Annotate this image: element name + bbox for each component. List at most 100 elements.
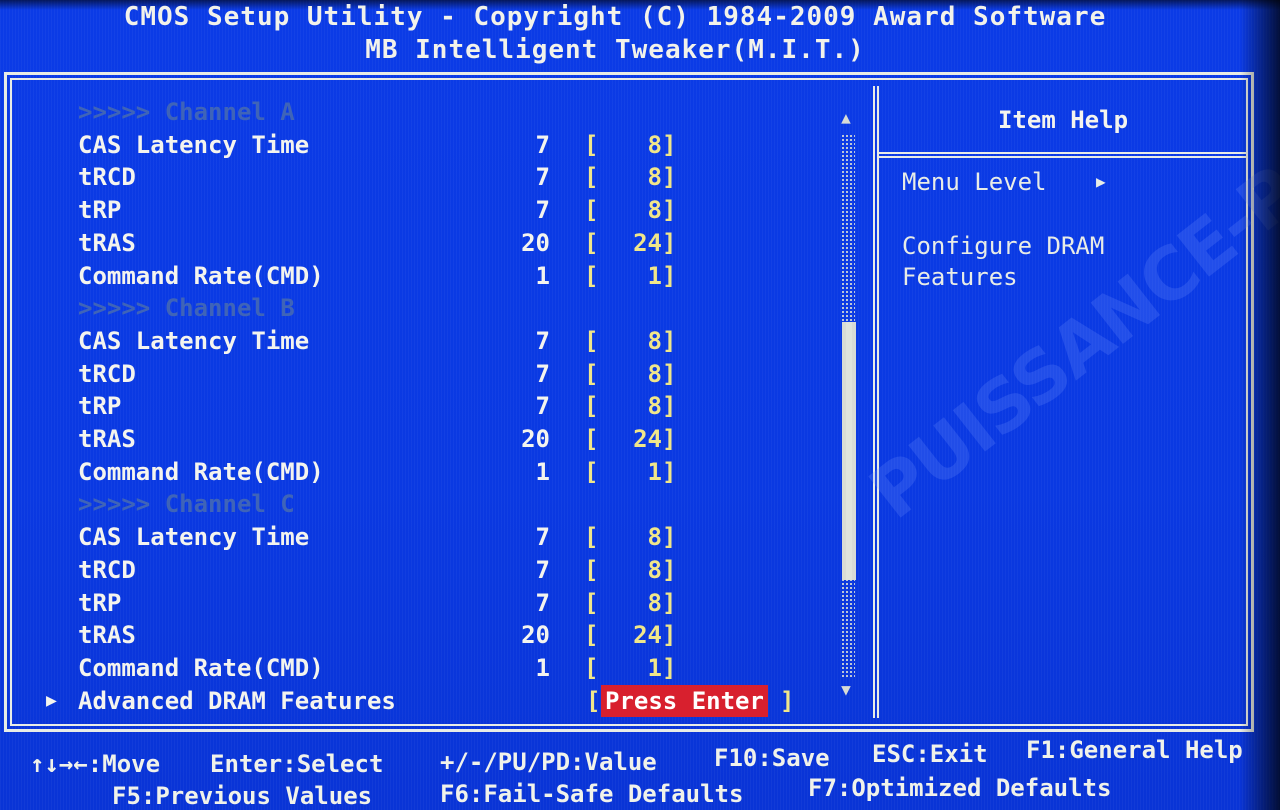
key-save: F10:Save: [714, 744, 830, 772]
setting-row[interactable]: tRAS 20 [24]: [0, 619, 860, 651]
scroll-down-arrow-icon[interactable]: ▼: [838, 682, 854, 698]
key-previous-values: F5:Previous Values: [112, 782, 373, 810]
setting-row[interactable]: tRP 7 [8]: [0, 390, 860, 422]
setting-value[interactable]: 8: [600, 194, 662, 226]
channel-header-label: >>>>> Channel B: [78, 294, 295, 323]
setting-value[interactable]: 8: [600, 161, 662, 193]
setting-label: tRP: [78, 196, 122, 225]
current-value: 7: [535, 196, 550, 225]
bracket-close: ]: [662, 653, 677, 682]
bracket-open: [: [584, 457, 599, 486]
current-value: 20: [521, 228, 550, 257]
current-value: 1: [535, 653, 550, 682]
key-move: ↑↓→←:Move: [30, 750, 161, 778]
bracket-close: ]: [662, 130, 677, 159]
setting-row[interactable]: CAS Latency Time 7 [8]: [0, 129, 860, 161]
setting-label: CAS Latency Time: [78, 326, 310, 355]
help-description-line1: Configure DRAM: [902, 232, 1105, 260]
key-legend: ↑↓→←:Move Enter:Select +/-/PU/PD:Value F…: [0, 736, 1280, 810]
channel-header-label: >>>>> Channel C: [78, 490, 295, 519]
bezel-shadow-right: [1240, 0, 1280, 810]
bracket-open: [: [584, 523, 599, 552]
setting-value[interactable]: 1: [600, 456, 662, 488]
bracket-close: ]: [662, 457, 677, 486]
setting-label: tRAS: [78, 228, 136, 257]
channel-header-label: >>>>> Channel A: [78, 98, 295, 126]
setting-value[interactable]: 8: [600, 587, 662, 619]
setting-value[interactable]: 1: [600, 652, 662, 684]
bracket-open: [: [584, 621, 599, 650]
setting-row[interactable]: tRCD 7 [8]: [0, 554, 860, 586]
setting-row[interactable]: CAS Latency Time 7 [8]: [0, 521, 860, 553]
bracket-open: [: [584, 261, 599, 290]
setting-row[interactable]: tRCD 7 [8]: [0, 161, 860, 193]
bracket-open: [: [584, 359, 599, 388]
key-optimized-defaults: F7:Optimized Defaults: [808, 774, 1112, 802]
bracket-close: ]: [662, 523, 677, 552]
setting-row[interactable]: tRP 7 [8]: [0, 587, 860, 619]
current-value: 7: [535, 359, 550, 388]
setting-value[interactable]: 8: [600, 129, 662, 161]
current-value: 7: [535, 523, 550, 552]
bracket-close: ]: [662, 588, 677, 617]
current-value: 7: [535, 326, 550, 355]
current-value: 1: [535, 457, 550, 486]
bracket-close: ]: [662, 326, 677, 355]
current-value: 1: [535, 261, 550, 290]
bracket-close: ]: [780, 686, 795, 715]
setting-row[interactable]: tRAS 20 [24]: [0, 227, 860, 259]
setting-row[interactable]: tRCD 7 [8]: [0, 358, 860, 390]
submenu-row-advanced-dram[interactable]: ▶ Advanced DRAM Features [Press Enter]: [0, 684, 860, 717]
bracket-close: ]: [662, 163, 677, 192]
bracket-close: ]: [662, 359, 677, 388]
item-help-title: Item Help: [997, 106, 1129, 134]
setting-value[interactable]: 24: [600, 423, 662, 455]
setting-value[interactable]: 24: [600, 227, 662, 259]
bracket-open: [: [584, 228, 599, 257]
current-value: 7: [535, 588, 550, 617]
channel-header: >>>>> Channel A: [0, 96, 860, 128]
setting-label: tRCD: [78, 555, 136, 584]
menu-level-arrow-icon: ▶: [1096, 172, 1106, 191]
key-failsafe-defaults: F6:Fail-Safe Defaults: [440, 780, 744, 808]
channel-header: >>>>> Channel B: [0, 292, 860, 324]
setting-row[interactable]: tRAS 20 [24]: [0, 423, 860, 455]
setting-label: tRCD: [78, 163, 136, 192]
setting-value[interactable]: 24: [600, 619, 662, 651]
setting-row[interactable]: Command Rate(CMD) 1[1]: [0, 260, 860, 292]
setting-value[interactable]: 8: [600, 390, 662, 422]
setting-value[interactable]: 8: [600, 521, 662, 553]
setting-value[interactable]: 8: [600, 554, 662, 586]
current-value: 7: [535, 130, 550, 159]
scroll-up-arrow-icon[interactable]: ▲: [838, 110, 854, 126]
current-value: 7: [535, 392, 550, 421]
setting-label: tRCD: [78, 359, 136, 388]
bracket-close: ]: [662, 555, 677, 584]
setting-label: Command Rate(CMD): [78, 261, 324, 290]
utility-title: CMOS Setup Utility - Copyright (C) 1984-…: [123, 2, 1107, 32]
current-value: 7: [535, 163, 550, 192]
setting-value[interactable]: 8: [600, 325, 662, 357]
key-select: Enter:Select: [210, 750, 384, 778]
submenu-arrow-icon: ▶: [46, 689, 57, 711]
page-title: MB Intelligent Tweaker(M.I.T.): [365, 35, 865, 65]
bracket-open: [: [584, 555, 599, 584]
key-exit: ESC:Exit: [872, 740, 988, 768]
scrollbar-thumb[interactable]: [842, 322, 856, 580]
setting-value[interactable]: 1: [600, 260, 662, 292]
bracket-close: ]: [662, 392, 677, 421]
setting-row[interactable]: tRP 7 [8]: [0, 194, 860, 226]
bracket-open: [: [584, 163, 599, 192]
setting-row[interactable]: Command Rate(CMD) 1[1]: [0, 652, 860, 684]
setting-label: tRAS: [78, 425, 136, 453]
key-general-help: F1:General Help: [1026, 736, 1243, 764]
setting-row[interactable]: CAS Latency Time 7 [8]: [0, 325, 860, 357]
press-enter-button[interactable]: Press Enter: [601, 684, 768, 717]
setting-row[interactable]: Command Rate(CMD) 1[1]: [0, 456, 860, 488]
help-title-separator: [879, 152, 1247, 158]
setting-label: CAS Latency Time: [78, 130, 310, 159]
bracket-open: [: [584, 653, 599, 682]
setting-value[interactable]: 8: [600, 358, 662, 390]
channel-header: >>>>> Channel C: [0, 488, 860, 520]
setting-label: Command Rate(CMD): [78, 457, 324, 486]
